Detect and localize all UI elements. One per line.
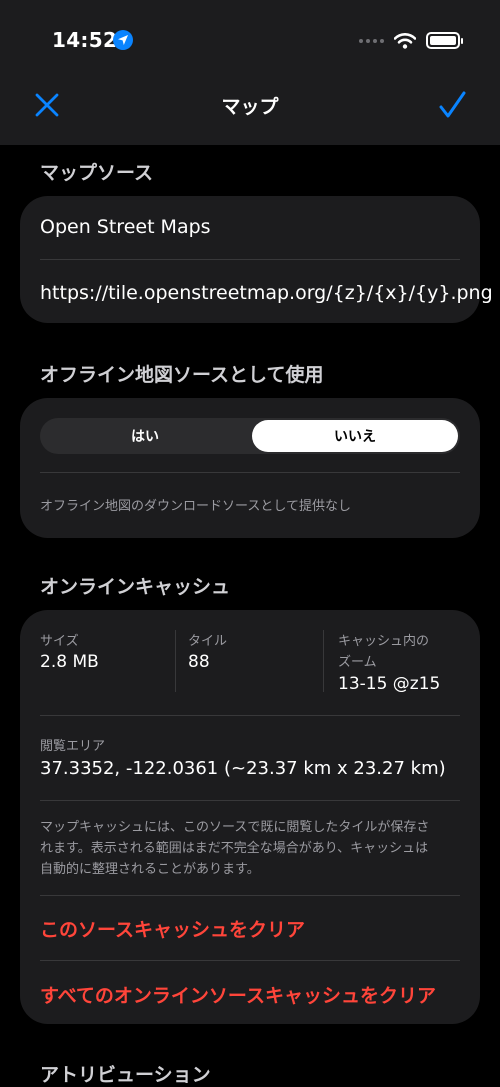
clear-all-caches-button[interactable]: すべてのオンラインソースキャッシュをクリア	[40, 981, 436, 1008]
checkmark-icon[interactable]	[437, 90, 467, 120]
divider	[40, 472, 460, 473]
divider	[40, 715, 460, 716]
cache-description-line: れます。表示される範囲はまだ不完全な場合があり、キャッシュは	[40, 841, 429, 856]
area-label: 閲覧エリア	[40, 739, 106, 754]
offline-segmented-control[interactable]: はい いいえ	[40, 418, 460, 454]
map-source-card: Open Street Maps https://tile.openstreet…	[20, 196, 493, 323]
page-title: マップ	[221, 96, 279, 118]
attribution-header: アトリビューション	[40, 1064, 211, 1086]
cache-description: マップキャッシュには、このソースで既に閲覧したタイルが保存さ れます。表示される…	[40, 817, 465, 880]
tiles-label: タイル	[188, 634, 228, 649]
map-source-url[interactable]: https://tile.openstreetmap.org/{z}/{x}/{…	[40, 282, 493, 304]
divider	[40, 800, 460, 801]
top-bar: 14:52 マップ	[0, 0, 500, 145]
size-label: サイズ	[40, 634, 79, 649]
map-source-header: マップソース	[40, 162, 154, 184]
zoom-label-line1: キャッシュ内の	[338, 634, 430, 649]
offline-card: はい いいえ オフライン地図のダウンロードソースとして提供なし	[20, 398, 480, 538]
offline-note: オフライン地図のダウンロードソースとして提供なし	[40, 499, 351, 514]
divider	[40, 895, 460, 896]
online-cache-header: オンラインキャッシュ	[40, 576, 231, 598]
clear-source-cache-button[interactable]: このソースキャッシュをクリア	[40, 915, 305, 942]
divider	[175, 630, 176, 692]
status-time: 14:52	[52, 28, 118, 52]
online-cache-card: サイズ 2.8 MB タイル 88 キャッシュ内の ズーム 13-15 @z15…	[20, 610, 480, 1024]
segment-yes[interactable]: はい	[40, 418, 250, 454]
location-icon	[113, 30, 133, 50]
battery-icon	[426, 32, 463, 49]
cellular-signal-icon	[359, 38, 384, 43]
divider	[40, 960, 460, 961]
cache-description-line: マップキャッシュには、このソースで既に閲覧したタイルが保存さ	[40, 820, 430, 835]
divider	[323, 630, 324, 692]
zoom-value: 13-15 @z15	[338, 674, 441, 694]
tiles-value: 88	[188, 652, 210, 672]
cache-description-line: 自動的に整理されることがあります。	[40, 862, 260, 877]
divider	[40, 259, 460, 260]
wifi-icon	[394, 32, 416, 49]
segment-no[interactable]: いいえ	[252, 420, 458, 452]
status-icons	[359, 32, 463, 49]
zoom-label-line2: ズーム	[338, 655, 377, 670]
map-source-name[interactable]: Open Street Maps	[40, 216, 211, 238]
offline-header: オフライン地図ソースとして使用	[40, 364, 324, 386]
area-value: 37.3352, -122.0361 (~23.37 km x 23.27 km…	[40, 758, 446, 779]
size-value: 2.8 MB	[40, 652, 99, 672]
